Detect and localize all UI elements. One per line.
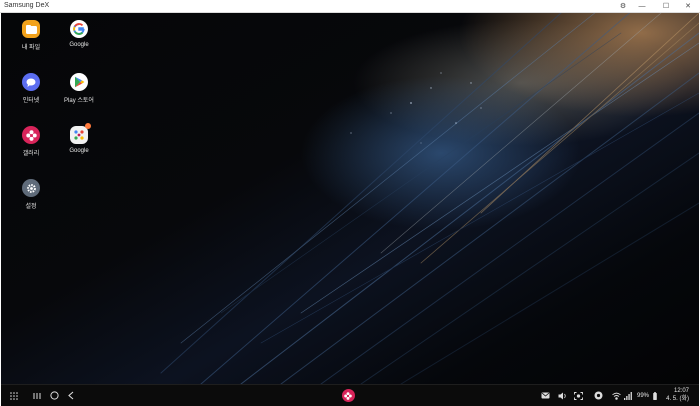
app-settings[interactable]: 설정: [1, 179, 61, 210]
app-label: Play 스토어: [64, 98, 94, 104]
volume-icon[interactable]: [555, 385, 569, 406]
taskbar: 99% 12:07 4. 5. (화): [1, 384, 699, 406]
app-label: 설정: [25, 204, 37, 210]
back-icon[interactable]: [64, 385, 78, 406]
maximize-button[interactable]: ☐: [659, 0, 673, 12]
clock[interactable]: 12:07 4. 5. (화): [666, 387, 689, 403]
screenshot-icon[interactable]: [571, 385, 585, 406]
desktop: 내 파일 Google 인터넷 Play 스토어 갤러리 Google 설정: [1, 13, 699, 384]
app-folder-icon: [70, 123, 91, 144]
gear-icon: [22, 179, 40, 197]
notification-badge: [85, 123, 91, 129]
flower-icon: [22, 126, 40, 144]
clock-time: 12:07: [673, 388, 689, 394]
app-google-folder[interactable]: Google: [49, 123, 109, 154]
apps-grid-icon[interactable]: [7, 385, 21, 406]
wifi-icon: [609, 385, 623, 406]
battery-icon: [651, 385, 659, 406]
wallpaper-streaks: [160, 13, 699, 384]
window-title: Samsung DeX: [4, 2, 50, 9]
play-store-icon: [70, 73, 88, 91]
taskbar-gallery-icon[interactable]: [340, 385, 356, 406]
app-label: Google: [69, 42, 89, 48]
sync-icon[interactable]: [591, 385, 605, 406]
signal-icon: [623, 385, 633, 406]
dex-window: Samsung DeX ⚙ — ☐ ✕ 내 파일 Google 인터넷 Play…: [0, 0, 700, 406]
app-label: Google: [69, 148, 89, 154]
app-google[interactable]: Google: [49, 20, 109, 48]
app-play-store[interactable]: Play 스토어: [49, 73, 109, 104]
home-icon[interactable]: [47, 385, 61, 406]
clock-date: 4. 5. (화): [666, 396, 689, 402]
google-icon: [70, 20, 88, 38]
folder-icon: [22, 20, 40, 38]
chat-bubble-icon: [22, 73, 40, 91]
message-icon[interactable]: [538, 385, 552, 406]
title-bar: Samsung DeX ⚙ — ☐ ✕: [0, 0, 700, 13]
settings-icon[interactable]: ⚙: [616, 0, 630, 12]
close-button[interactable]: ✕: [681, 0, 695, 12]
minimize-button[interactable]: —: [635, 0, 649, 12]
recent-apps-icon[interactable]: [30, 385, 44, 406]
battery-percent: 99%: [636, 392, 649, 399]
